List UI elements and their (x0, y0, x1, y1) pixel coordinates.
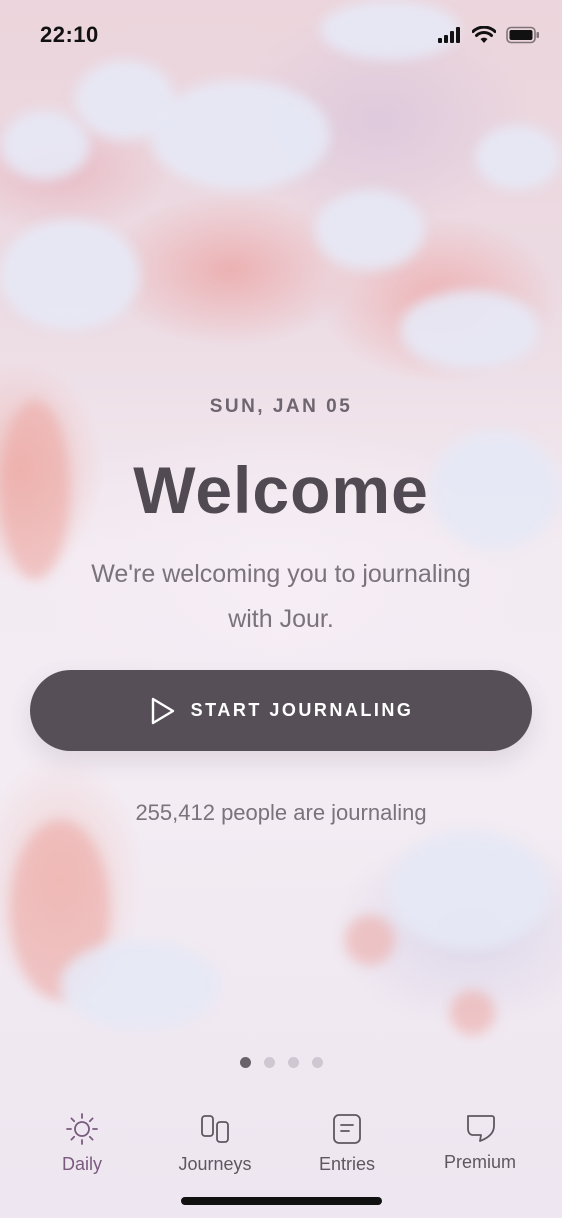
tab-daily[interactable]: Daily (22, 1112, 142, 1175)
welcome-subtitle: We're welcoming you to journaling with J… (40, 552, 522, 642)
page-dot-1[interactable] (239, 1057, 251, 1068)
premium-icon (467, 1115, 495, 1142)
home-indicator[interactable] (181, 1197, 382, 1205)
page-dot-2[interactable] (263, 1057, 275, 1068)
subtitle-line-1: We're welcoming you to journaling (91, 560, 471, 588)
tab-daily-label: Daily (61, 1154, 102, 1174)
battery-icon (506, 26, 539, 44)
entries-icon (333, 1114, 361, 1144)
current-date: SUN, JAN 05 (209, 396, 353, 417)
tab-entries[interactable]: Entries (287, 1112, 407, 1175)
page-dot-4[interactable] (311, 1057, 323, 1068)
start-journaling-button[interactable]: START JOURNALING (30, 670, 532, 751)
status-bar: 22:10 (0, 0, 562, 70)
page-title: Welcome (133, 453, 429, 527)
tab-premium-label: Premium (443, 1152, 516, 1172)
subtitle-line-2: with Jour. (228, 605, 334, 633)
page-dot-3[interactable] (287, 1057, 299, 1068)
tab-entries-label: Entries (318, 1154, 376, 1174)
sun-icon (66, 1113, 98, 1145)
tab-premium[interactable]: Premium (420, 1110, 540, 1173)
start-journaling-label: START JOURNALING (190, 700, 414, 720)
wifi-icon (472, 26, 496, 43)
page-indicator (0, 1057, 562, 1068)
journeys-icon (201, 1115, 229, 1143)
tab-journeys-label: Journeys (178, 1154, 252, 1174)
tab-journeys[interactable]: Journeys (155, 1112, 275, 1175)
journaling-counter: 255,412 people are journaling (135, 800, 427, 825)
play-icon (151, 697, 174, 724)
status-time: 22:10 (40, 22, 99, 47)
cellular-signal-icon (438, 27, 460, 43)
